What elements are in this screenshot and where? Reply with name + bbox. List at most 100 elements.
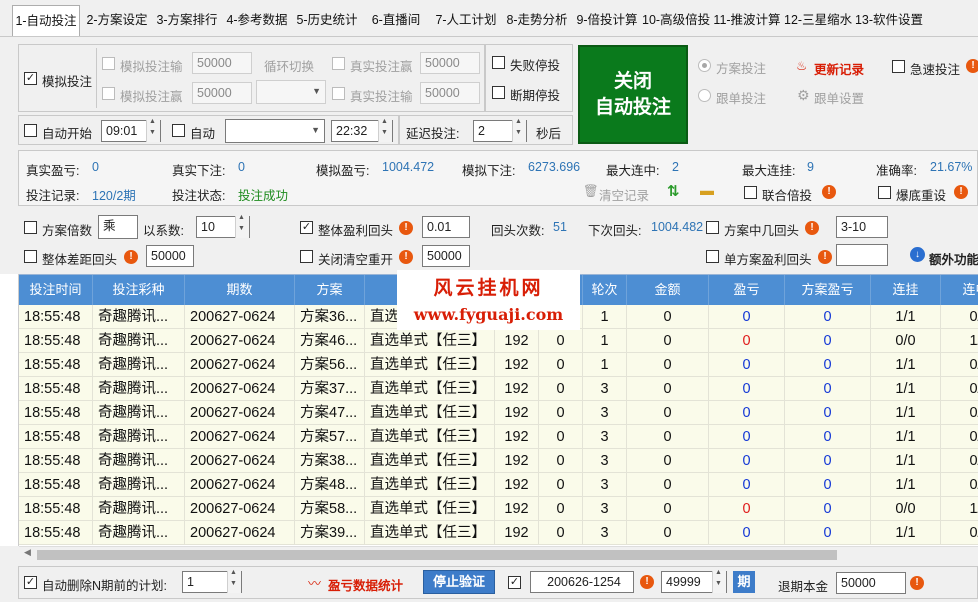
warning-icon[interactable]: ! <box>805 221 819 235</box>
single-back-checkbox[interactable] <box>706 250 719 263</box>
close-reset-input[interactable]: 50000 <box>422 245 470 267</box>
auto-checkbox[interactable] <box>172 124 185 137</box>
warning-icon[interactable]: ! <box>818 250 832 264</box>
tab-three-star[interactable]: 12-三星缩水 <box>784 8 852 32</box>
period-button[interactable]: 期 <box>733 571 755 593</box>
table-row[interactable]: 18:55:48 奇趣腾讯... 200627-0624 方案37... 直选单式【任三… <box>19 377 978 401</box>
scheme-multiplier-checkbox[interactable] <box>24 221 37 234</box>
table-row[interactable]: 18:55:48 奇趣腾讯... 200627-0624 方案57... 直选单式【任三… <box>19 425 978 449</box>
col-round[interactable]: 轮次 <box>583 275 627 305</box>
warning-icon[interactable]: ! <box>910 576 924 590</box>
col-scheme-profit[interactable]: 方案盈亏 <box>785 275 871 305</box>
auto-delete-spinner[interactable] <box>227 569 241 593</box>
diff-back-checkbox[interactable] <box>24 250 37 263</box>
end-time-spinner[interactable] <box>378 118 392 142</box>
tab-software-settings[interactable]: 13-软件设置 <box>854 8 924 32</box>
reset-checkbox[interactable] <box>878 186 891 199</box>
col-scheme[interactable]: 方案 <box>295 275 365 305</box>
cell-profit: 0 <box>709 449 785 473</box>
auto-mode-select[interactable]: ▼ <box>225 119 325 143</box>
tab-scheme-setup[interactable]: 2-方案设定 <box>84 8 150 32</box>
table-row[interactable]: 18:55:48 奇趣腾讯... 200627-0624 方案58... 直选单式【任三… <box>19 497 978 521</box>
break-stop-checkbox[interactable] <box>492 86 505 99</box>
real-win-checkbox[interactable] <box>332 57 345 70</box>
autostart-checkbox[interactable] <box>24 124 37 137</box>
overall-back-input[interactable]: 0.01 <box>422 216 470 238</box>
table-row[interactable]: 18:55:48 奇趣腾讯... 200627-0624 方案56... 直选单式【任三… <box>19 353 978 377</box>
fail-stop-checkbox[interactable] <box>492 56 505 69</box>
tab-live[interactable]: 6-直播间 <box>364 8 428 32</box>
tab-manual-plan[interactable]: 7-人工计划 <box>432 8 500 32</box>
period-input[interactable]: 200626-1254 <box>530 571 634 593</box>
sim-checkbox[interactable]: ✓ <box>24 72 37 85</box>
warning-icon[interactable]: ! <box>640 575 654 589</box>
warning-icon[interactable]: ! <box>399 250 413 264</box>
real-win-input[interactable]: 50000 <box>420 52 480 74</box>
warning-icon[interactable]: ! <box>954 185 968 199</box>
tab-trend[interactable]: 8-走势分析 <box>504 8 570 32</box>
col-period[interactable]: 期数 <box>185 275 295 305</box>
warning-icon[interactable]: ! <box>822 185 836 199</box>
extra-features-button[interactable]: 额外功能 <box>929 249 978 268</box>
single-back-input[interactable] <box>836 244 888 266</box>
warning-icon[interactable]: ! <box>966 59 978 73</box>
up-down-arrows-icon[interactable]: ⇅ <box>667 182 680 200</box>
table-row[interactable]: 18:55:48 奇趣腾讯... 200627-0624 方案46... 直选单式【任三… <box>19 329 978 353</box>
tab-auto-bet[interactable]: 1-自动投注 <box>12 5 80 36</box>
warning-icon[interactable]: ! <box>124 250 138 264</box>
scheme-bet-label: 方案投注 <box>716 62 767 76</box>
table-row[interactable]: 18:55:48 奇趣腾讯... 200627-0624 方案38... 直选单式【任三… <box>19 449 978 473</box>
tab-reference-data[interactable]: 4-参考数据 <box>224 8 290 32</box>
follow-set-link[interactable]: 跟单设置 <box>814 88 864 107</box>
table-row[interactable]: 18:55:48 奇趣腾讯... 200627-0624 方案48... 直选单式【任三… <box>19 473 978 497</box>
col-amount[interactable]: 金额 <box>627 275 709 305</box>
col-profit[interactable]: 盈亏 <box>709 275 785 305</box>
toggle-auto-bet-button[interactable]: 关闭 自动投注 <box>578 45 688 144</box>
multiplier-op-select[interactable]: 乘 <box>98 215 138 239</box>
horizontal-scrollbar[interactable]: ◀ <box>19 546 978 563</box>
sim-loss-input[interactable]: 50000 <box>192 52 252 74</box>
update-log-link[interactable]: 更新记录 <box>814 59 864 78</box>
scroll-thumb[interactable] <box>37 550 837 560</box>
tab-advanced-multiplier[interactable]: 10-高级倍投 <box>642 8 710 32</box>
sim-win-checkbox[interactable] <box>102 87 115 100</box>
clear-records-button[interactable]: 清空记录 <box>599 185 649 204</box>
refund-input[interactable]: 50000 <box>836 572 906 594</box>
stop-verify-button[interactable]: 停止验证 <box>423 570 495 594</box>
real-loss-input[interactable]: 50000 <box>420 82 480 104</box>
hit-back-checkbox[interactable] <box>706 221 719 234</box>
scheme-bet-radio[interactable] <box>698 59 711 72</box>
cycle-select[interactable]: ▼ <box>256 80 326 104</box>
col-bet-time[interactable]: 投注时间 <box>19 275 93 305</box>
close-reset-checkbox[interactable] <box>300 250 313 263</box>
warning-icon[interactable]: ! <box>399 221 413 235</box>
start-time-spinner[interactable] <box>146 118 160 142</box>
tab-multiplier-calc[interactable]: 9-倍投计算 <box>574 8 640 32</box>
col-streak-loss[interactable]: 连挂 <box>871 275 941 305</box>
sim-win-input[interactable]: 50000 <box>192 82 252 104</box>
arrow-down-circle-icon[interactable]: ↓ <box>910 247 925 262</box>
auto-delete-checkbox[interactable]: ✓ <box>24 576 37 589</box>
col-lottery[interactable]: 投注彩种 <box>93 275 185 305</box>
tab-scheme-rank[interactable]: 3-方案排行 <box>154 8 220 32</box>
sim-loss-checkbox[interactable] <box>102 57 115 70</box>
coef-spinner[interactable] <box>235 214 249 238</box>
profit-stats-link[interactable]: 盈亏数据统计 <box>328 575 403 594</box>
col-streak-hit[interactable]: 连中 <box>941 275 978 305</box>
tab-history-stats[interactable]: 5-历史统计 <box>294 8 360 32</box>
amount-spinner[interactable] <box>712 569 726 593</box>
hit-back-input[interactable]: 3-10 <box>836 216 888 238</box>
tab-wave-calc[interactable]: 11-推波计算 <box>712 8 782 32</box>
diff-back-input[interactable]: 50000 <box>146 245 194 267</box>
delay-spinner[interactable] <box>512 118 526 142</box>
overall-back-checkbox[interactable]: ✓ <box>300 221 313 234</box>
follow-bet-radio[interactable] <box>698 89 711 102</box>
table-row[interactable]: 18:55:48 奇趣腾讯... 200627-0624 方案39... 直选单式【任三… <box>19 521 978 545</box>
joint-multiplier-checkbox[interactable] <box>744 186 757 199</box>
quick-bet-checkbox[interactable] <box>892 60 905 73</box>
cart-icon[interactable]: ▬ <box>700 182 714 198</box>
period-checkbox[interactable]: ✓ <box>508 576 521 589</box>
table-row[interactable]: 18:55:48 奇趣腾讯... 200627-0624 方案47... 直选单式【任三… <box>19 401 978 425</box>
chevron-left-icon[interactable]: ◀ <box>24 547 31 558</box>
real-loss-checkbox[interactable] <box>332 87 345 100</box>
